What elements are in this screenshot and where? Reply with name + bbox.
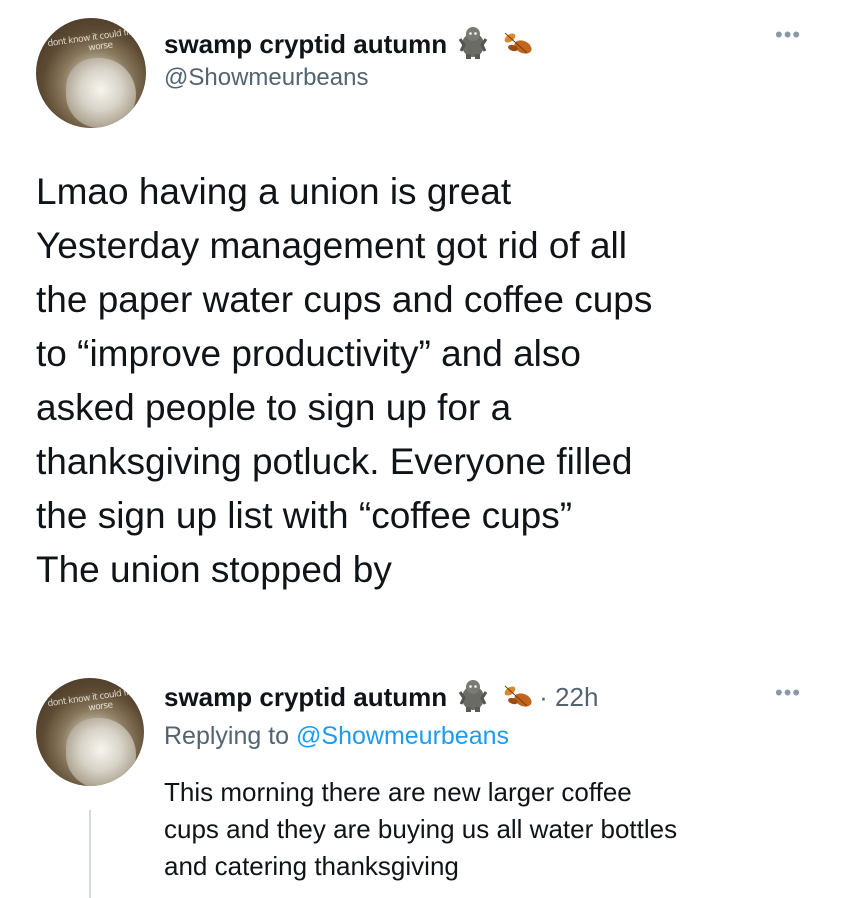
reply-line: This morning there are new larger coffee [164,777,632,807]
tweet-line: to “improve productivity” and also [36,333,581,374]
tweet-line: asked people to sign up for a [36,387,512,428]
reply-author-row: swamp cryptid autumn · 22h [164,678,598,717]
yeti-icon [455,25,491,64]
avatar-rock-image [66,58,136,128]
tweet-line: the sign up list with “coffee cups” [36,495,573,536]
reply-line: cups and they are buying us all water bo… [164,814,678,844]
tweet-line: thanksgiving potluck. Everyone filled [36,441,633,482]
avatar[interactable]: dont know it could fit... lot worse [36,18,146,128]
reply-line: and catering thanksgiving [164,851,459,881]
avatar-rock-image [66,718,136,786]
tweet-line: the paper water cups and coffee cups [36,279,653,320]
tweet-timestamp[interactable]: · 22h [539,682,598,713]
more-options-icon[interactable]: ••• [775,24,801,46]
avatar-scribble: dont know it could fit... lot worse [47,684,144,714]
author-row: swamp cryptid autumn [164,25,533,64]
yeti-icon [455,678,491,717]
reply-avatar[interactable]: dont know it could fit... lot worse [36,678,144,786]
autumn-leaves-icon [499,680,533,715]
tweet-line: The union stopped by [36,549,392,590]
tweet-line: Yesterday management got rid of all [36,225,627,266]
reply-text: This morning there are new larger coffee… [164,774,834,885]
thread-line [89,810,91,898]
replying-to: Replying to @Showmeurbeans [164,722,509,751]
author-display-name[interactable]: swamp cryptid autumn [164,29,447,60]
replying-to-handle-link[interactable]: @Showmeurbeans [296,722,509,750]
avatar-scribble: dont know it could fit... lot worse [47,24,146,54]
replying-to-label: Replying to [164,722,290,750]
tweet-line: Lmao having a union is great [36,171,512,212]
author-handle[interactable]: @Showmeurbeans [164,64,368,92]
tweet-text: Lmao having a union is great Yesterday m… [36,165,826,597]
autumn-leaves-icon [499,27,533,62]
more-options-icon[interactable]: ••• [775,682,801,704]
reply-author-display-name[interactable]: swamp cryptid autumn [164,682,447,713]
